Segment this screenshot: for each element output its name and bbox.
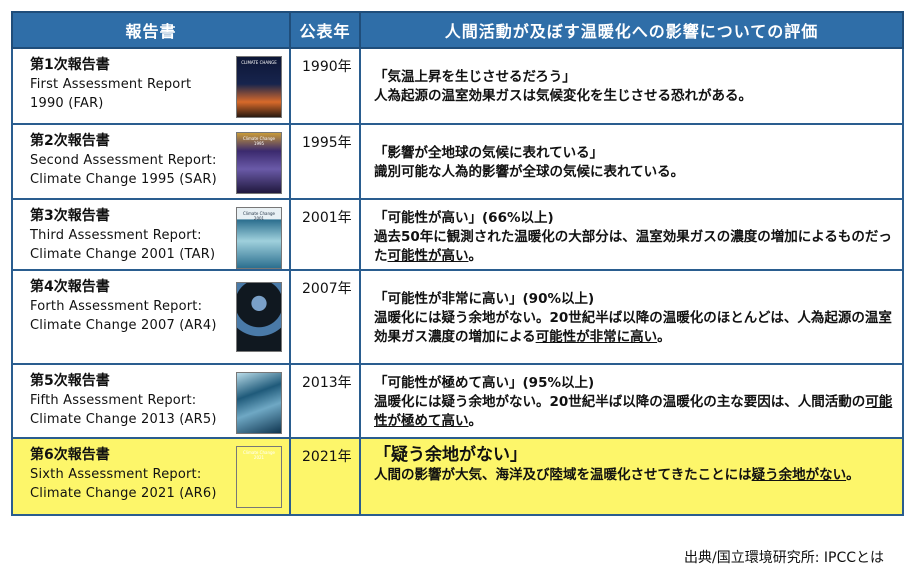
year-cell: 2013年 bbox=[289, 363, 361, 439]
evaluation-cell: 「可能性が極めて高い」(95%以上) 温暖化には疑う余地がない。20世紀半ば以降… bbox=[359, 363, 904, 439]
evaluation-headline: 「影響が全地球の気候に表れている」 bbox=[374, 145, 604, 161]
publication-year: 2013年 bbox=[302, 375, 352, 391]
report-cell: 第1次報告書 First Assessment Report 1990 (FAR… bbox=[11, 47, 291, 125]
report-cover-image bbox=[236, 282, 282, 352]
cover-title: Climate Change 2001 bbox=[243, 211, 275, 221]
evaluation-cell: 「気温上昇を生じさせるだろう」 人為起源の温室効果ガスは気候変化を生じさせる恐れ… bbox=[359, 47, 904, 125]
year-cell: 1990年 bbox=[289, 47, 361, 125]
evaluation-headline: 「可能性が高い」(66%以上) bbox=[374, 210, 554, 226]
publication-year: 2007年 bbox=[302, 281, 352, 297]
table-row-ar6: 第6次報告書 Sixth Assessment Report: Climate … bbox=[11, 437, 904, 516]
year-cell: 2007年 bbox=[289, 269, 361, 365]
report-cell: 第4次報告書 Forth Assessment Report: Climate … bbox=[11, 269, 291, 365]
ipcc-report-table: 報告書 公表年 人間活動が及ぼす温暖化への影響についての評価 第1次報告書 Fi… bbox=[11, 11, 904, 516]
publication-year: 2021年 bbox=[302, 449, 352, 465]
evaluation-text: 人為起源の温室効果ガスは気候変化を生じさせる恐れがある。 bbox=[374, 88, 752, 104]
likelihood-underlined: 可能性が非常に高い bbox=[535, 329, 658, 345]
report-cover-image: Climate Change 2001 bbox=[236, 207, 282, 269]
evaluation-end: 。 bbox=[468, 413, 483, 429]
report-cell: 第3次報告書 Third Assessment Report: Climate … bbox=[11, 198, 291, 271]
evaluation-headline: 「可能性が極めて高い」(95%以上) bbox=[374, 375, 595, 391]
report-cover-image: Climate Change 1995 bbox=[236, 132, 282, 194]
report-cover-image: CLIMATE CHANGE bbox=[236, 56, 282, 118]
cover-title: Climate Change 2021 bbox=[243, 450, 275, 460]
year-cell: 2001年 bbox=[289, 198, 361, 271]
table-row-sar: 第2次報告書 Second Assessment Report: Climate… bbox=[11, 123, 904, 200]
evaluation-cell: 「疑う余地がない」 人間の影響が大気、海洋及び陸域を温暖化させてきたことには疑う… bbox=[359, 437, 904, 516]
evaluation-headline: 「可能性が非常に高い」(90%以上) bbox=[374, 291, 595, 307]
header-evaluation: 人間活動が及ぼす温暖化への影響についての評価 bbox=[359, 11, 904, 49]
evaluation-text: 人間の影響が大気、海洋及び陸域を温暖化させてきたことには bbox=[374, 467, 752, 483]
report-cover-image: Climate Change 2021 bbox=[236, 446, 282, 508]
publication-year: 1990年 bbox=[302, 59, 352, 75]
evaluation-cell: 「可能性が非常に高い」(90%以上) 温暖化には疑う余地がない。20世紀半ば以降… bbox=[359, 269, 904, 365]
year-cell: 2021年 bbox=[289, 437, 361, 516]
table-row-far: 第1次報告書 First Assessment Report 1990 (FAR… bbox=[11, 47, 904, 125]
report-cover-image bbox=[236, 372, 282, 434]
evaluation-text: 温暖化には疑う余地がない。20世紀半ば以降の温暖化の主な要因は、人間活動の bbox=[374, 394, 866, 410]
header-year: 公表年 bbox=[289, 11, 361, 49]
table-header-row: 報告書 公表年 人間活動が及ぼす温暖化への影響についての評価 bbox=[11, 11, 904, 49]
report-cell: 第2次報告書 Second Assessment Report: Climate… bbox=[11, 123, 291, 200]
likelihood-underlined: 可能性が高い bbox=[387, 248, 469, 264]
table-row-tar: 第3次報告書 Third Assessment Report: Climate … bbox=[11, 198, 904, 271]
cover-title: Climate Change 1995 bbox=[243, 136, 275, 146]
evaluation-end: 。 bbox=[657, 329, 671, 345]
publication-year: 2001年 bbox=[302, 210, 352, 226]
table-row-ar5: 第5次報告書 Fifth Assessment Report: Climate … bbox=[11, 363, 904, 439]
evaluation-headline: 「気温上昇を生じさせるだろう」 bbox=[374, 69, 576, 85]
year-cell: 1995年 bbox=[289, 123, 361, 200]
publication-year: 1995年 bbox=[302, 135, 352, 151]
report-cell: 第5次報告書 Fifth Assessment Report: Climate … bbox=[11, 363, 291, 439]
likelihood-underlined: 疑う余地がない bbox=[751, 467, 847, 483]
evaluation-headline: 「疑う余地がない」 bbox=[374, 445, 527, 465]
table-row-ar4: 第4次報告書 Forth Assessment Report: Climate … bbox=[11, 269, 904, 365]
cover-title: CLIMATE CHANGE bbox=[241, 60, 277, 65]
source-citation: 出典/国立環境研究所: IPCCとは bbox=[683, 550, 884, 566]
evaluation-cell: 「可能性が高い」(66%以上) 過去50年に観測された温暖化の大部分は、温室効果… bbox=[359, 198, 904, 271]
evaluation-text: 識別可能な人為的影響が全球の気候に表れている。 bbox=[374, 164, 685, 180]
evaluation-end: 。 bbox=[468, 248, 483, 264]
header-report: 報告書 bbox=[11, 11, 291, 49]
evaluation-end: 。 bbox=[846, 467, 860, 483]
evaluation-cell: 「影響が全地球の気候に表れている」 識別可能な人為的影響が全球の気候に表れている… bbox=[359, 123, 904, 200]
report-cell: 第6次報告書 Sixth Assessment Report: Climate … bbox=[11, 437, 291, 516]
